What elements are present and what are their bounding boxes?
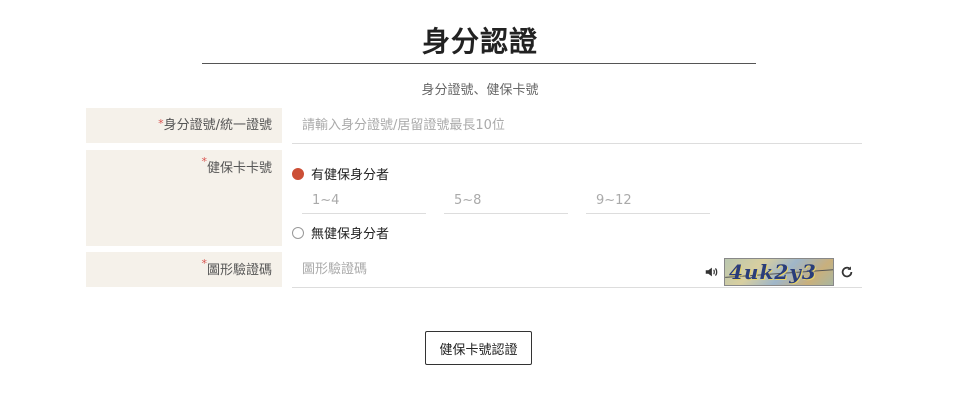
nhi-card-segment-1[interactable]: [302, 188, 426, 214]
radio-has-nhi-label: 有健保身分者: [311, 168, 390, 183]
id-number-row: *身分證號/統一證號: [86, 108, 862, 144]
radio-unselected-icon[interactable]: [292, 226, 304, 239]
captcha-controls: 4uk2y3: [704, 258, 854, 286]
captcha-row: *圖形驗證碼 4uk2y3: [86, 252, 862, 288]
id-number-label: 身分證號/統一證號: [163, 118, 272, 133]
captcha-text: 4uk2y3: [729, 260, 817, 284]
nhi-card-row: *健保卡卡號 有健保身分者 無健保身分者: [86, 150, 862, 246]
captcha-label: 圖形驗證碼: [206, 263, 272, 278]
radio-no-nhi-label: 無健保身分者: [311, 227, 390, 242]
id-number-label-cell: *身分證號/統一證號: [86, 108, 282, 143]
submit-button[interactable]: 健保卡號認證: [425, 331, 532, 365]
refresh-icon[interactable]: [840, 265, 854, 279]
required-mark: *: [158, 117, 164, 130]
captcha-image: 4uk2y3: [724, 258, 834, 286]
radio-no-nhi[interactable]: 無健保身分者: [292, 223, 389, 242]
page-subtitle: 身分證號、健保卡號: [421, 83, 539, 98]
title-divider: [202, 63, 756, 64]
required-mark: *: [201, 155, 207, 168]
id-number-input[interactable]: [292, 108, 862, 144]
nhi-card-label-cell: *健保卡卡號: [86, 150, 282, 246]
radio-selected-icon[interactable]: [292, 167, 304, 180]
page-title: 身分認證: [421, 25, 538, 58]
nhi-card-segment-3[interactable]: [586, 188, 710, 214]
radio-has-nhi[interactable]: 有健保身分者: [292, 164, 389, 183]
captcha-label-cell: *圖形驗證碼: [86, 252, 282, 287]
nhi-card-label: 健保卡卡號: [206, 161, 272, 176]
required-mark: *: [201, 257, 207, 270]
nhi-card-segment-2[interactable]: [444, 188, 568, 214]
speaker-icon[interactable]: [704, 265, 718, 279]
